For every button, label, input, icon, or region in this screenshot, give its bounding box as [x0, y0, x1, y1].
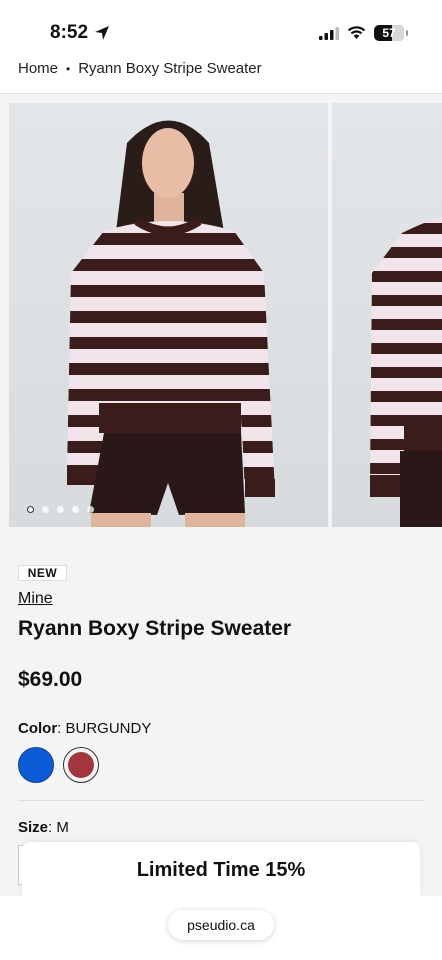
color-value: : BURGUNDY	[57, 720, 152, 737]
size-value: : M	[48, 819, 69, 836]
clock: 8:52	[50, 22, 89, 43]
signal-icon	[319, 26, 339, 40]
battery-level-text: 57	[382, 26, 396, 40]
wifi-icon	[347, 26, 366, 39]
product-photo-next[interactable]	[332, 103, 442, 527]
breadcrumb-home-link[interactable]: Home	[18, 62, 58, 77]
address-bar[interactable]: pseudio.ca	[168, 910, 274, 940]
browser-bottom-bar: pseudio.ca	[0, 896, 442, 960]
battery-icon: 57	[374, 25, 408, 41]
product-title: Ryann Boxy Stripe Sweater	[18, 617, 292, 640]
swatch-burgundy[interactable]	[63, 747, 99, 783]
size-selection-label: Size: M	[18, 819, 69, 836]
model-image	[67, 120, 275, 527]
gallery-dot[interactable]	[27, 506, 34, 513]
size-label: Size	[18, 819, 49, 836]
status-icons: 57	[319, 25, 408, 41]
promo-banner[interactable]: Limited Time 15%	[22, 842, 420, 898]
status-time: 8:52	[50, 22, 110, 44]
divider	[18, 800, 424, 801]
gallery-dots	[27, 506, 94, 513]
breadcrumb-current: Ryann Boxy Stripe Sweater	[78, 62, 262, 77]
promo-text: Limited Time 15%	[136, 858, 306, 881]
status-bar: 8:52 57	[0, 0, 442, 62]
product-photo-main[interactable]	[9, 103, 328, 527]
swatch-blue[interactable]	[18, 747, 54, 783]
gallery-dot[interactable]	[42, 506, 49, 513]
gallery-dot[interactable]	[57, 506, 64, 513]
breadcrumb-separator: •	[66, 62, 71, 76]
product-price: $69.00	[18, 668, 83, 691]
color-swatches	[18, 747, 99, 783]
url-text: pseudio.ca	[187, 917, 255, 933]
swatch-burgundy-fill	[68, 752, 94, 778]
color-label: Color	[18, 720, 58, 737]
color-selection-label: Color: BURGUNDY	[18, 720, 151, 737]
brand-link[interactable]: Mine	[18, 590, 53, 608]
model-image-side	[370, 217, 442, 527]
new-badge: NEW	[18, 565, 67, 581]
gallery-dot[interactable]	[72, 506, 79, 513]
product-gallery[interactable]	[9, 103, 442, 527]
gallery-dot[interactable]	[87, 506, 94, 513]
breadcrumb: Home • Ryann Boxy Stripe Sweater	[0, 62, 442, 94]
location-arrow-icon	[95, 26, 110, 40]
